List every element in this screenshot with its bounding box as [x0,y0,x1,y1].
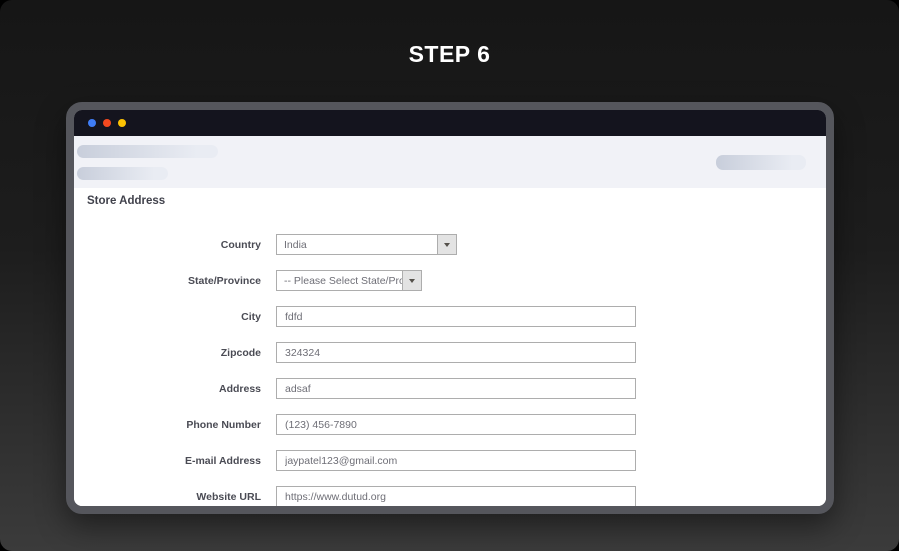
country-select[interactable]: India [276,234,457,255]
address-label: Address [74,383,261,395]
city-control-cell [276,306,636,327]
window-titlebar [74,110,826,136]
e-mail-address-control-cell [276,450,636,471]
address-input[interactable] [276,378,636,399]
phone-number-control-cell [276,414,636,435]
country-control-cell: India [276,234,457,255]
window-control-blue-icon[interactable] [88,119,96,127]
form-row-phone-number: Phone Number [74,414,826,435]
dropdown-arrow-icon[interactable] [437,235,456,254]
store-address-section: Store Address Country India State/Province… [74,188,826,506]
city-input[interactable] [276,306,636,327]
form-row-state-province: State/Province -- Please Select State/Pro… [74,270,826,291]
form-row-zipcode: Zipcode [74,342,826,363]
country-label: Country [74,239,261,251]
window-control-red-icon[interactable] [103,119,111,127]
browser-window: Store Address Country India State/Province… [66,102,834,514]
phone-number-input[interactable] [276,414,636,435]
country-selected-value: India [277,235,437,254]
address-control-cell [276,378,636,399]
skeleton-bar-subtitle [77,167,168,180]
state-province-label: State/Province [74,275,261,287]
page-header-skeleton [74,136,826,188]
skeleton-bar-title [77,145,218,158]
website-url-control-cell [276,486,636,506]
e-mail-address-label: E-mail Address [74,455,261,467]
zipcode-control-cell [276,342,636,363]
form-row-address: Address [74,378,826,399]
form-rows: Country India State/Province -- Please Sele… [74,234,826,506]
screenshot-background: STEP 6 Store Address Country India State/P… [0,0,899,551]
section-heading: Store Address [87,195,826,207]
e-mail-address-input[interactable] [276,450,636,471]
website-url-label: Website URL [74,491,261,503]
dropdown-arrow-icon[interactable] [402,271,421,290]
zipcode-input[interactable] [276,342,636,363]
state-province-selected-value: -- Please Select State/Province-- [277,271,402,290]
state-province-select[interactable]: -- Please Select State/Province-- [276,270,422,291]
caret-down-icon [409,279,415,283]
step-title: STEP 6 [0,41,899,68]
website-url-input[interactable] [276,486,636,506]
zipcode-label: Zipcode [74,347,261,359]
form-row-website-url: Website URL [74,486,826,506]
form-row-e-mail-address: E-mail Address [74,450,826,471]
city-label: City [74,311,261,323]
caret-down-icon [444,243,450,247]
skeleton-bar-action [716,155,806,170]
state-province-control-cell: -- Please Select State/Province-- [276,270,422,291]
form-row-city: City [74,306,826,327]
window-control-yellow-icon[interactable] [118,119,126,127]
form-row-country: Country India [74,234,826,255]
phone-number-label: Phone Number [74,419,261,431]
